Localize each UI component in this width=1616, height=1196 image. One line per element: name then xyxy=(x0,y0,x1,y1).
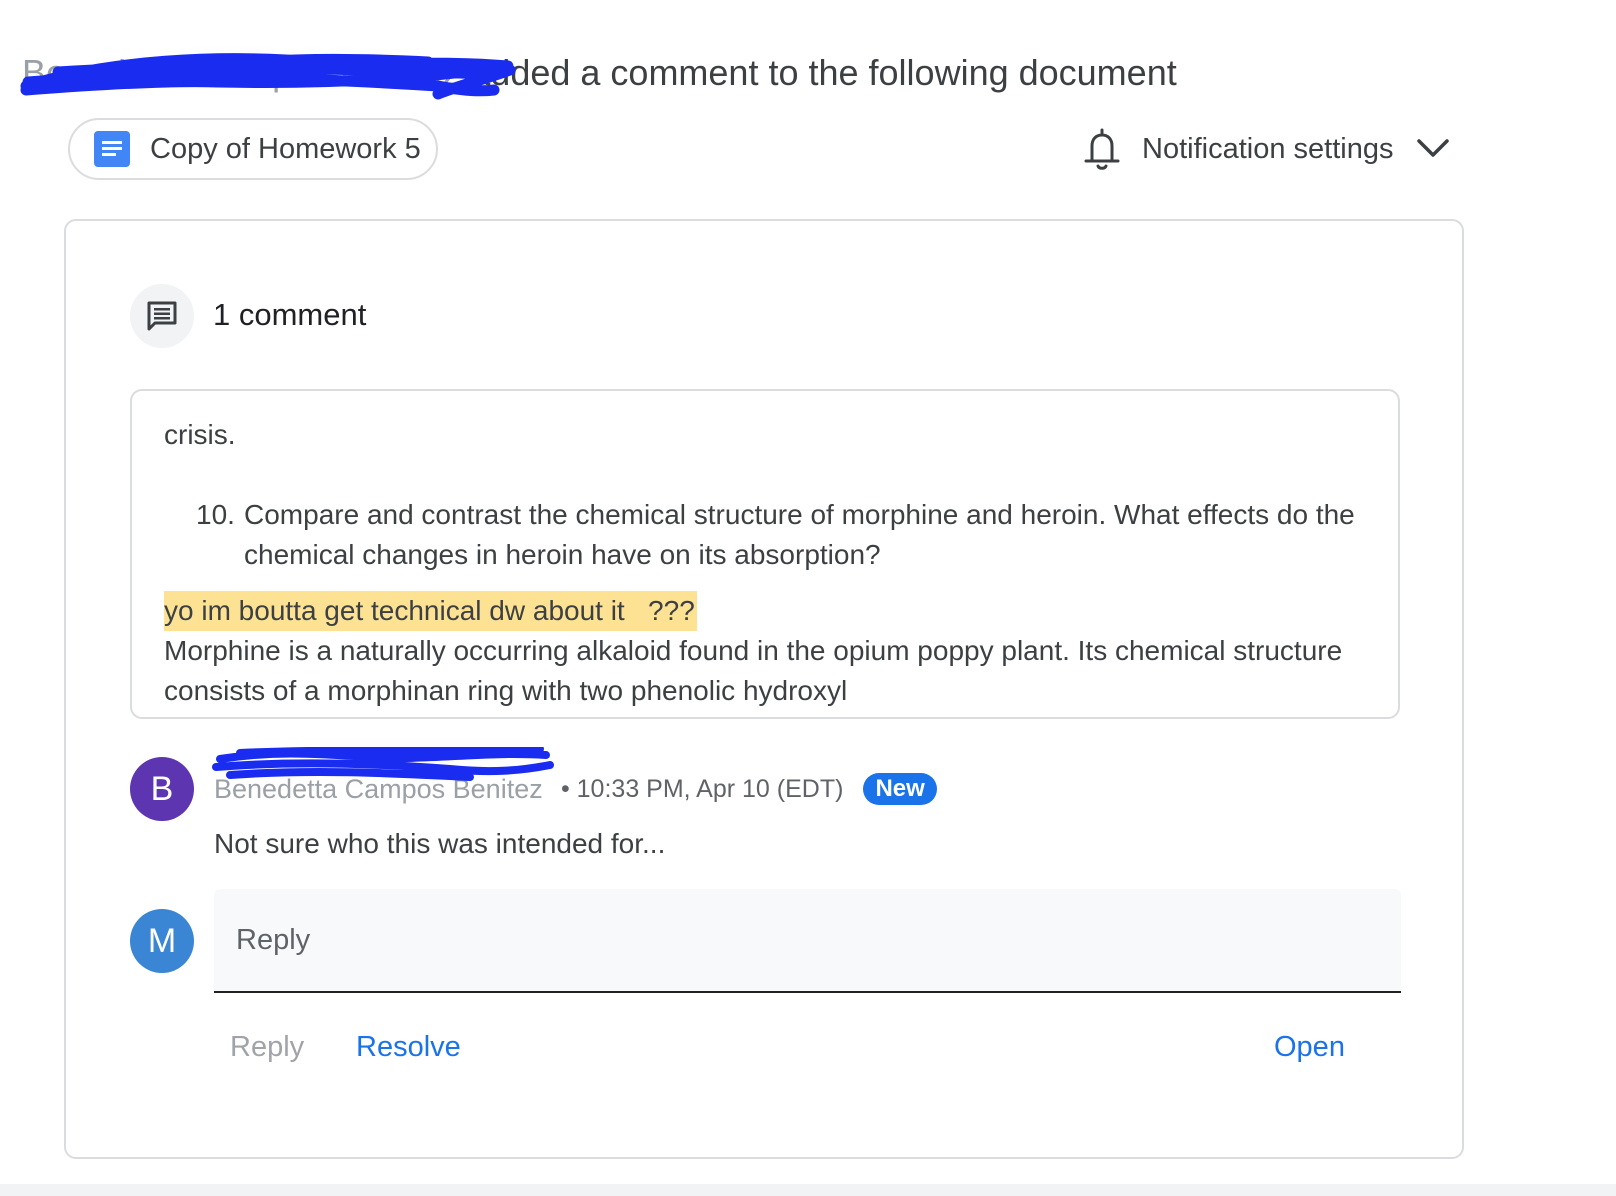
header-action-text: added a comment to the following documen… xyxy=(460,52,1177,93)
comment-count-icon-wrap xyxy=(130,284,194,348)
commenter-name: Benedetta Campos Benitez xyxy=(22,52,461,93)
reply-box[interactable] xyxy=(214,889,1401,993)
chevron-down-icon xyxy=(1417,139,1450,157)
notification-header: Benedetta Campos Benitez added a comment… xyxy=(22,48,1322,98)
list-item-text: Compare and contrast the chemical struct… xyxy=(244,499,1355,570)
quote-paragraph: Morphine is a naturally occurring alkalo… xyxy=(164,635,1343,706)
avatar: B xyxy=(130,757,194,821)
new-badge: New xyxy=(863,773,937,805)
avatar: M xyxy=(130,909,194,973)
quoted-document-text: crisis. 10. Compare and contrast the che… xyxy=(130,389,1400,719)
comment-count: 1 comment xyxy=(213,297,367,332)
notification-settings-label: Notification settings xyxy=(1142,132,1394,165)
meta-separator: • xyxy=(554,774,577,803)
document-title: Copy of Homework 5 xyxy=(150,132,421,165)
page-footer-strip xyxy=(0,1184,1616,1196)
comment-meta: Benedetta Campos Benitez • 10:33 PM, Apr… xyxy=(214,769,937,809)
notification-settings-button[interactable]: Notification settings xyxy=(1080,120,1460,178)
comment-body: Not sure who this was intended for... xyxy=(214,828,666,859)
open-button[interactable]: Open xyxy=(1274,1025,1345,1069)
google-docs-icon xyxy=(94,131,130,167)
comment-icon xyxy=(147,301,177,331)
document-chip[interactable]: Copy of Homework 5 xyxy=(68,118,438,180)
reply-input[interactable] xyxy=(234,919,1378,961)
reply-button[interactable]: Reply xyxy=(230,1025,304,1069)
quote-line: crisis. xyxy=(164,419,236,450)
highlighted-text: yo im boutta get technical dw about it ?… xyxy=(164,591,697,631)
comment-author: Benedetta Campos Benitez xyxy=(214,773,543,804)
comment-timestamp: 10:33 PM, Apr 10 (EDT) xyxy=(576,774,844,803)
list-item-number: 10. xyxy=(196,499,235,530)
resolve-button[interactable]: Resolve xyxy=(356,1025,461,1069)
comment-card: 1 comment crisis. 10. Compare and contra… xyxy=(64,219,1464,1159)
bell-icon xyxy=(1084,128,1120,170)
